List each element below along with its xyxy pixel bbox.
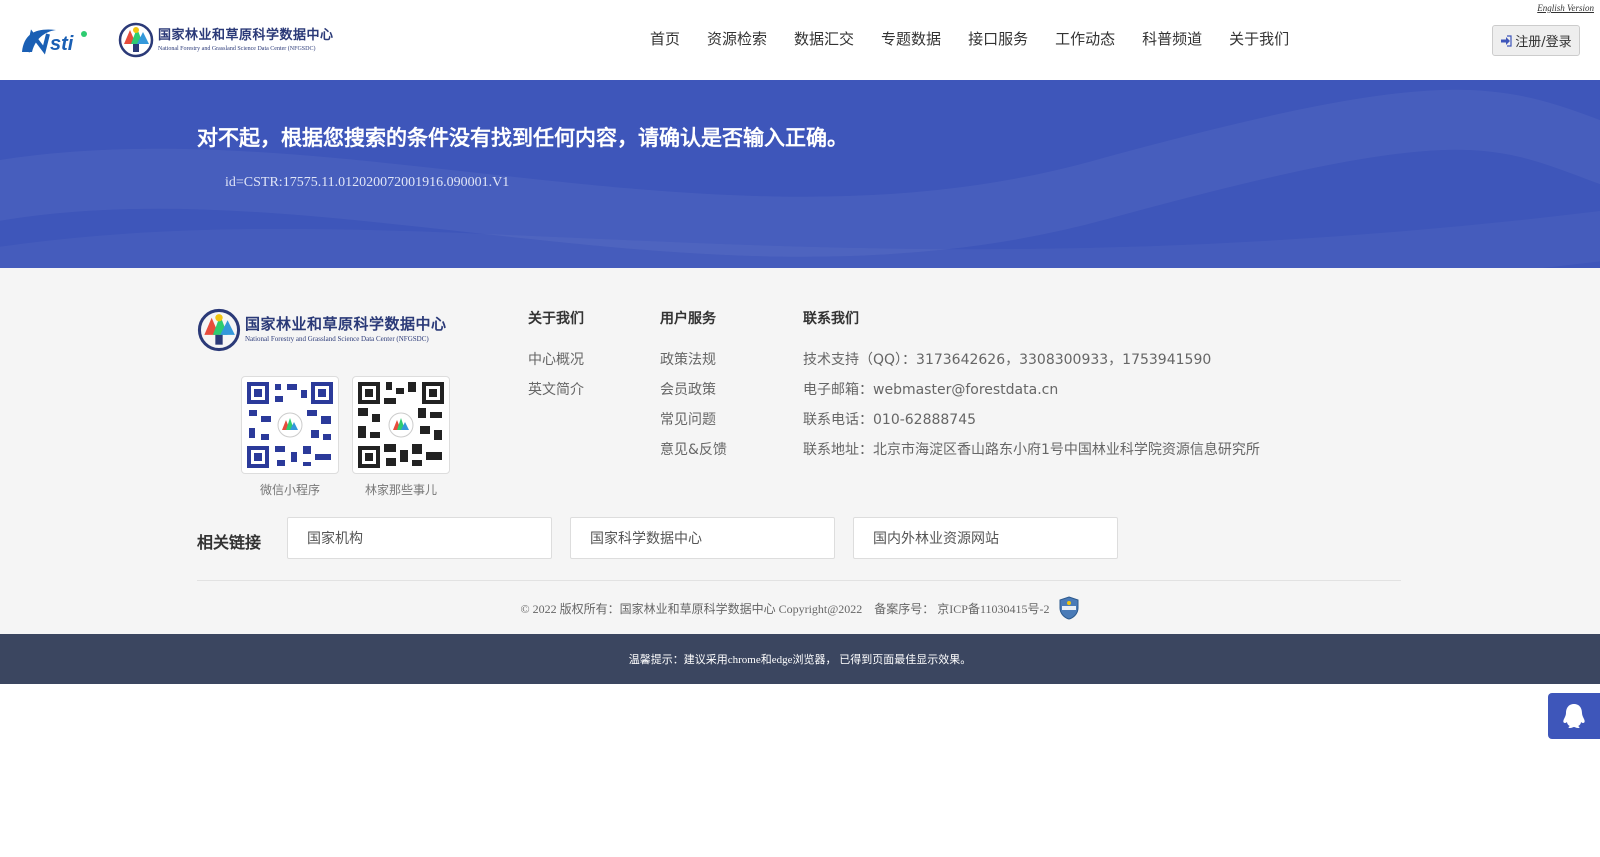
qr-code-icon (245, 380, 335, 470)
nav-resource-search[interactable]: 资源检索 (707, 28, 767, 49)
footer-link-english-intro[interactable]: 英文简介 (528, 375, 584, 405)
copyright-line: © 2022 版权所有：国家林业和草原科学数据中心 Copyright@2022… (0, 596, 1600, 620)
logo-title-cn: 国家林业和草原科学数据中心 (158, 27, 334, 43)
nav-about-us[interactable]: 关于我们 (1229, 28, 1289, 49)
nfgsdc-logo[interactable]: 国家林业和草原科学数据中心 National Forestry and Gras… (118, 20, 338, 60)
footer-logo[interactable]: 国家林业和草原科学数据中心 National Forestry and Gras… (197, 308, 447, 352)
police-badge-icon[interactable] (1058, 596, 1080, 620)
lin-jia-qr (352, 376, 450, 474)
nav-science-channel[interactable]: 科普频道 (1142, 28, 1202, 49)
footer-link-center-overview[interactable]: 中心概况 (528, 345, 584, 375)
related-link-national-agencies[interactable]: 国家机构 (287, 517, 552, 559)
footer-col-about-title: 关于我们 (528, 311, 584, 327)
nsti-logo[interactable]: sti (18, 22, 98, 56)
wechat-miniprogram-qr (241, 376, 339, 474)
qr-code-icon (356, 380, 446, 470)
qq-support-button[interactable] (1548, 693, 1600, 739)
related-links-label: 相关链接 (197, 533, 262, 552)
copyright-text: © 2022 版权所有：国家林业和草原科学数据中心 Copyright@2022… (520, 601, 1050, 616)
no-results-message: 对不起，根据您搜索的条件没有找到任何内容，请确认是否输入正确。 (197, 126, 848, 150)
footer-col-contact-title: 联系我们 (803, 311, 859, 327)
nav-thematic-data[interactable]: 专题数据 (881, 28, 941, 49)
english-version-link[interactable]: English Version (1537, 3, 1594, 13)
nav-home[interactable]: 首页 (650, 28, 680, 49)
footer-col-services: 用户服务 政策法规 会员政策 常见问题 意见&反馈 (660, 308, 727, 465)
register-login-label: 注册/登录 (1515, 35, 1572, 50)
footer-col-contact: 联系我们 技术支持（QQ）：3173642626，3308300933，1753… (803, 308, 1260, 465)
lin-jia-label: 林家那些事儿 (364, 483, 437, 497)
wechat-miniprogram-label: 微信小程序 (259, 483, 320, 497)
footer-link-policies[interactable]: 政策法规 (660, 345, 727, 375)
related-link-forestry-sites[interactable]: 国内外林业资源网站 (853, 517, 1118, 559)
search-query-text: id=CSTR:17575.11.012020072001916.090001.… (225, 175, 510, 190)
contact-email: 电子邮箱：webmaster@forestdata.cn (803, 382, 1059, 398)
related-link-science-data-centers[interactable]: 国家科学数据中心 (570, 517, 835, 559)
nfgsdc-emblem-icon (118, 22, 154, 58)
browser-tip-bar: 温馨提示：建议采用chrome和edge浏览器， 已得到页面最佳显示效果。 (0, 634, 1600, 684)
qq-penguin-icon (1563, 704, 1585, 728)
browser-tip-text: 温馨提示：建议采用chrome和edge浏览器， 已得到页面最佳显示效果。 (628, 654, 972, 666)
footer-link-faq[interactable]: 常见问题 (660, 405, 727, 435)
footer-divider (197, 580, 1401, 581)
footer-logo-title-en: National Forestry and Grassland Science … (245, 335, 429, 343)
footer-col-services-title: 用户服务 (660, 311, 716, 327)
search-result-banner: 对不起，根据您搜索的条件没有找到任何内容，请确认是否输入正确。 id=CSTR:… (0, 80, 1600, 268)
nav-api-services[interactable]: 接口服务 (968, 28, 1028, 49)
contact-address: 联系地址：北京市海淀区香山路东小府1号中国林业科学院资源信息研究所 (803, 442, 1260, 458)
site-header: English Version sti 国家林业和草原科学数据中心 Nation… (0, 0, 1600, 80)
register-login-button[interactable]: 注册/登录 (1492, 25, 1580, 56)
banner-wave-decoration (0, 89, 1600, 268)
footer-link-membership[interactable]: 会员政策 (660, 375, 727, 405)
site-footer: 国家林业和草原科学数据中心 National Forestry and Gras… (0, 268, 1600, 634)
contact-phone: 联系电话：010-62888745 (803, 412, 977, 428)
contact-qq: 技术支持（QQ）：3173642626，3308300933，175394159… (803, 352, 1212, 368)
nav-work-news[interactable]: 工作动态 (1055, 28, 1115, 49)
svg-text:sti: sti (50, 33, 74, 55)
footer-link-feedback[interactable]: 意见&反馈 (660, 435, 727, 465)
main-nav: 首页 资源检索 数据汇交 专题数据 接口服务 工作动态 科普频道 关于我们 (650, 28, 1316, 49)
logo-title-en: National Forestry and Grassland Science … (158, 45, 316, 52)
footer-col-about: 关于我们 中心概况 英文简介 (528, 308, 584, 405)
nav-data-submission[interactable]: 数据汇交 (794, 28, 854, 49)
sign-in-icon (1500, 34, 1512, 47)
footer-emblem-icon (197, 308, 241, 352)
nsti-logo-icon: sti (22, 29, 87, 55)
footer-logo-title-cn: 国家林业和草原科学数据中心 (245, 315, 447, 333)
